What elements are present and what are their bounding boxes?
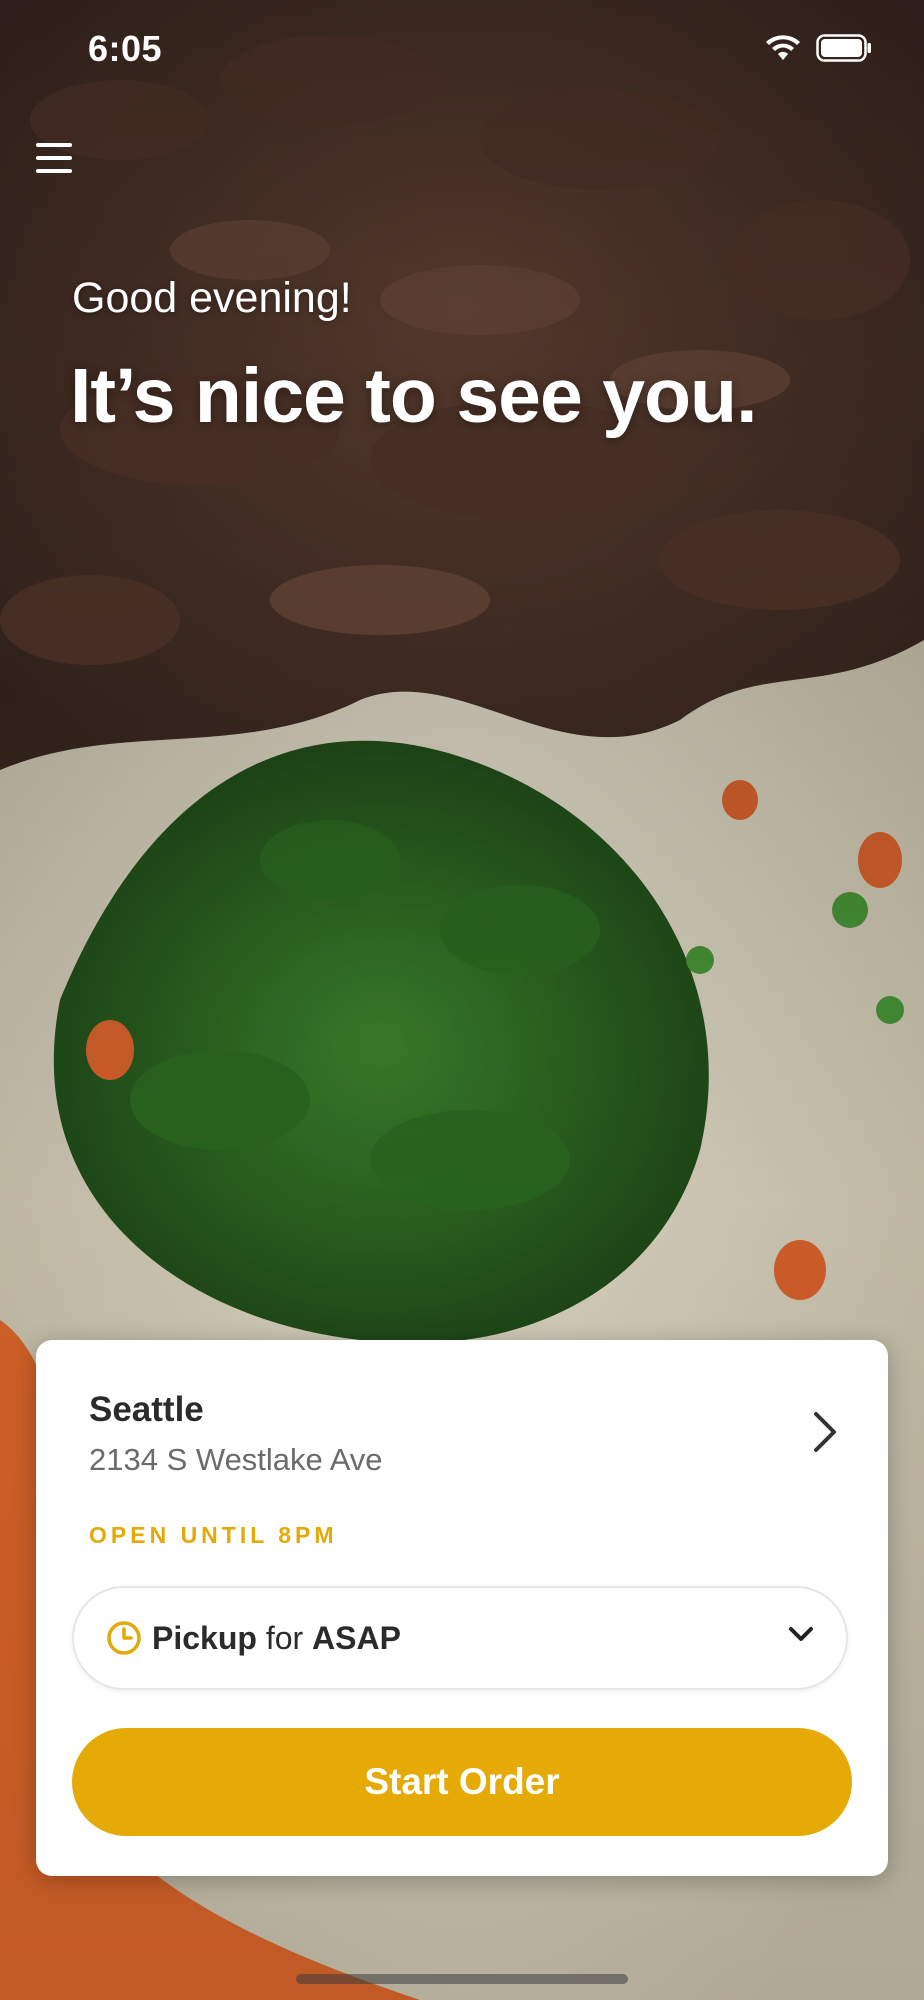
location-city: Seattle	[89, 1390, 204, 1429]
location-address: 2134 S Westlake Ave	[89, 1442, 383, 1477]
chevron-right-icon	[812, 1410, 838, 1459]
pickup-time: ASAP	[312, 1619, 401, 1656]
chevron-down-icon	[788, 1626, 814, 1649]
greeting-text: Good evening!	[72, 274, 352, 322]
order-card: Seattle 2134 S Westlake Ave OPEN UNTIL 8…	[36, 1340, 888, 1876]
status-bar: 6:05	[0, 0, 924, 100]
menu-line	[36, 156, 72, 160]
welcome-headline: It’s nice to see you.	[70, 353, 757, 439]
location-selector[interactable]: Seattle 2134 S Westlake Ave	[36, 1340, 888, 1500]
menu-line	[36, 143, 72, 147]
store-hours: OPEN UNTIL 8PM	[89, 1522, 338, 1548]
pickup-mode: Pickup	[152, 1619, 257, 1656]
battery-icon	[816, 34, 872, 67]
pickup-connector: for	[265, 1619, 304, 1656]
clock-icon	[106, 1620, 142, 1656]
status-icons	[764, 34, 872, 67]
pickup-time-selector[interactable]: Pickup for ASAP	[72, 1586, 848, 1690]
wifi-icon	[764, 34, 802, 67]
hamburger-menu-icon[interactable]	[30, 134, 78, 182]
pickup-summary: Pickup for ASAP	[152, 1620, 401, 1657]
status-time: 6:05	[88, 28, 163, 69]
start-order-button[interactable]: Start Order	[72, 1728, 852, 1836]
home-indicator[interactable]	[296, 1974, 628, 1984]
menu-line	[36, 169, 72, 173]
